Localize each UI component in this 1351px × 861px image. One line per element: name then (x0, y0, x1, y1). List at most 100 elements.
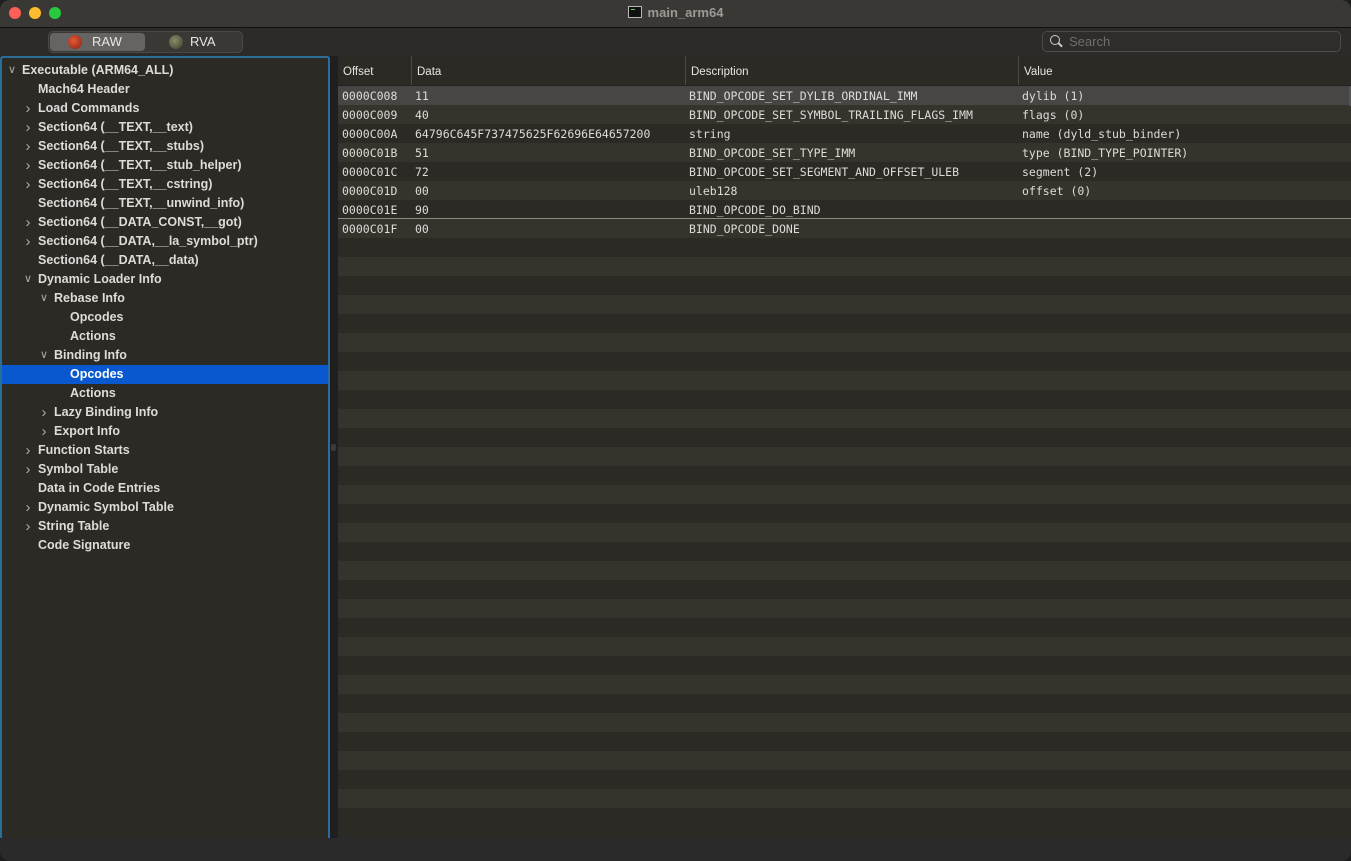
chevron-right-icon[interactable]: › (23, 441, 33, 460)
empty-row (338, 542, 1351, 561)
search-input[interactable] (1069, 33, 1329, 49)
sidebar-item[interactable]: ∨ Binding Info (2, 346, 328, 365)
table-row[interactable]: 0000C00A 64796C645F737475625F62696E646572… (338, 124, 1351, 143)
offset-cell: 0000C00A (342, 127, 398, 141)
empty-row (338, 580, 1351, 599)
sidebar-item-label: Load Commands (38, 101, 140, 115)
chevron-right-icon[interactable]: › (23, 460, 33, 479)
empty-row (338, 314, 1351, 333)
sidebar-item[interactable]: › Section64 (__TEXT,__stubs) (2, 137, 328, 156)
opcodes-table: Offset Data Description Value 0000C008 11… (338, 56, 1351, 838)
sidebar-item-label: Executable (ARM64_ALL) (22, 63, 174, 77)
sidebar-item-label: Section64 (__TEXT,__stub_helper) (38, 158, 242, 172)
description-cell: BIND_OPCODE_SET_TYPE_IMM (689, 146, 856, 160)
sidebar-item-label: Dynamic Symbol Table (38, 500, 174, 514)
sidebar-item-label: Opcodes (70, 310, 124, 324)
chevron-right-icon[interactable]: › (23, 517, 33, 536)
chevron-right-icon[interactable]: › (23, 175, 33, 194)
red-apple-icon (68, 35, 82, 49)
green-apple-icon (169, 35, 183, 49)
sidebar-item[interactable]: › Function Starts (2, 441, 328, 460)
rva-segment-button[interactable]: RVA (148, 33, 240, 51)
offset-cell: 0000C01E (342, 203, 398, 217)
sidebar-item[interactable]: Opcodes (2, 308, 328, 327)
status-bar (0, 838, 1351, 861)
sidebar-item[interactable]: › Section64 (__TEXT,__stub_helper) (2, 156, 328, 175)
chevron-right-icon[interactable]: › (39, 403, 49, 422)
column-header-data[interactable]: Data (411, 56, 685, 85)
sidebar-item[interactable]: Actions (2, 327, 328, 346)
empty-row (338, 466, 1351, 485)
table-row[interactable]: 0000C008 11 BIND_OPCODE_SET_DYLIB_ORDINAL_… (338, 86, 1351, 105)
sidebar-item[interactable]: › Load Commands (2, 99, 328, 118)
sidebar-item[interactable]: › Dynamic Symbol Table (2, 498, 328, 517)
sidebar-item[interactable]: Section64 (__TEXT,__unwind_info) (2, 194, 328, 213)
chevron-down-icon[interactable]: ∨ (7, 61, 17, 80)
sidebar-item[interactable]: Data in Code Entries (2, 479, 328, 498)
sidebar-item-label: Section64 (__TEXT,__stubs) (38, 139, 205, 153)
sidebar-item[interactable]: Code Signature (2, 536, 328, 555)
sidebar-item[interactable]: › Export Info (2, 422, 328, 441)
empty-row (338, 732, 1351, 751)
sidebar-item[interactable]: Actions (2, 384, 328, 403)
window-title-text: main_arm64 (647, 5, 724, 20)
table-row[interactable]: 0000C01F 00 BIND_OPCODE_DONE (338, 219, 1351, 238)
sidebar-item[interactable]: › Section64 (__TEXT,__text) (2, 118, 328, 137)
sidebar-item[interactable]: › String Table (2, 517, 328, 536)
search-icon (1050, 35, 1060, 45)
chevron-down-icon[interactable]: ∨ (39, 346, 49, 365)
sidebar-item[interactable]: ∨ Executable (ARM64_ALL) (2, 61, 328, 80)
sidebar-item-label: Dynamic Loader Info (38, 272, 162, 286)
data-cell: 51 (415, 146, 429, 160)
table-row[interactable]: 0000C01B 51 BIND_OPCODE_SET_TYPE_IMM type (… (338, 143, 1351, 162)
raw-segment-label: RAW (92, 34, 122, 49)
empty-row (338, 276, 1351, 295)
table-row[interactable]: 0000C01E 90 BIND_OPCODE_DO_BIND (338, 200, 1351, 219)
empty-row (338, 599, 1351, 618)
sidebar-item[interactable]: ∨ Dynamic Loader Info (2, 270, 328, 289)
raw-segment-button[interactable]: RAW (50, 33, 145, 51)
chevron-right-icon[interactable]: › (23, 213, 33, 232)
empty-row (338, 390, 1351, 409)
sidebar-item-label: Actions (70, 329, 116, 343)
sidebar-item-label: Export Info (54, 424, 120, 438)
empty-row (338, 618, 1351, 637)
sidebar-item-label: Binding Info (54, 348, 127, 362)
chevron-right-icon[interactable]: › (23, 156, 33, 175)
empty-row (338, 238, 1351, 257)
data-cell: 00 (415, 184, 429, 198)
sidebar-item[interactable]: › Lazy Binding Info (2, 403, 328, 422)
table-row[interactable]: 0000C01C 72 BIND_OPCODE_SET_SEGMENT_AND_OF… (338, 162, 1351, 181)
sidebar-item[interactable]: › Section64 (__TEXT,__cstring) (2, 175, 328, 194)
chevron-down-icon[interactable]: ∨ (39, 289, 49, 308)
table-row[interactable]: 0000C01D 00 uleb128 offset (0) (338, 181, 1351, 200)
empty-row (338, 808, 1351, 827)
description-cell: uleb128 (689, 184, 738, 198)
column-header-description[interactable]: Description (685, 56, 1018, 85)
sidebar-tree: ∨ Executable (ARM64_ALL) Mach64 Header › Loa… (0, 56, 330, 840)
sidebar-item[interactable]: › Section64 (__DATA,__la_symbol_ptr) (2, 232, 328, 251)
chevron-right-icon[interactable]: › (23, 498, 33, 517)
divider-grip-icon (331, 444, 336, 451)
table-row[interactable]: 0000C009 40 BIND_OPCODE_SET_SYMBOL_TRAILIN… (338, 105, 1351, 124)
empty-row (338, 713, 1351, 732)
column-header-offset[interactable]: Offset (338, 56, 411, 85)
chevron-down-icon[interactable]: ∨ (23, 270, 33, 289)
table-header: Offset Data Description Value (338, 56, 1351, 86)
chevron-right-icon[interactable]: › (23, 232, 33, 251)
sidebar-item[interactable]: ∨ Rebase Info (2, 289, 328, 308)
column-header-value[interactable]: Value (1018, 56, 1351, 85)
sidebar-item[interactable]: Opcodes (2, 365, 328, 384)
empty-row (338, 333, 1351, 352)
empty-row (338, 694, 1351, 713)
sidebar-item[interactable]: Mach64 Header (2, 80, 328, 99)
sidebar-item[interactable]: › Section64 (__DATA_CONST,__got) (2, 213, 328, 232)
search-field[interactable] (1042, 31, 1341, 52)
sidebar-item[interactable]: › Symbol Table (2, 460, 328, 479)
split-view-divider[interactable] (330, 56, 338, 838)
chevron-right-icon[interactable]: › (23, 137, 33, 156)
chevron-right-icon[interactable]: › (23, 99, 33, 118)
sidebar-item[interactable]: Section64 (__DATA,__data) (2, 251, 328, 270)
chevron-right-icon[interactable]: › (39, 422, 49, 441)
chevron-right-icon[interactable]: › (23, 118, 33, 137)
